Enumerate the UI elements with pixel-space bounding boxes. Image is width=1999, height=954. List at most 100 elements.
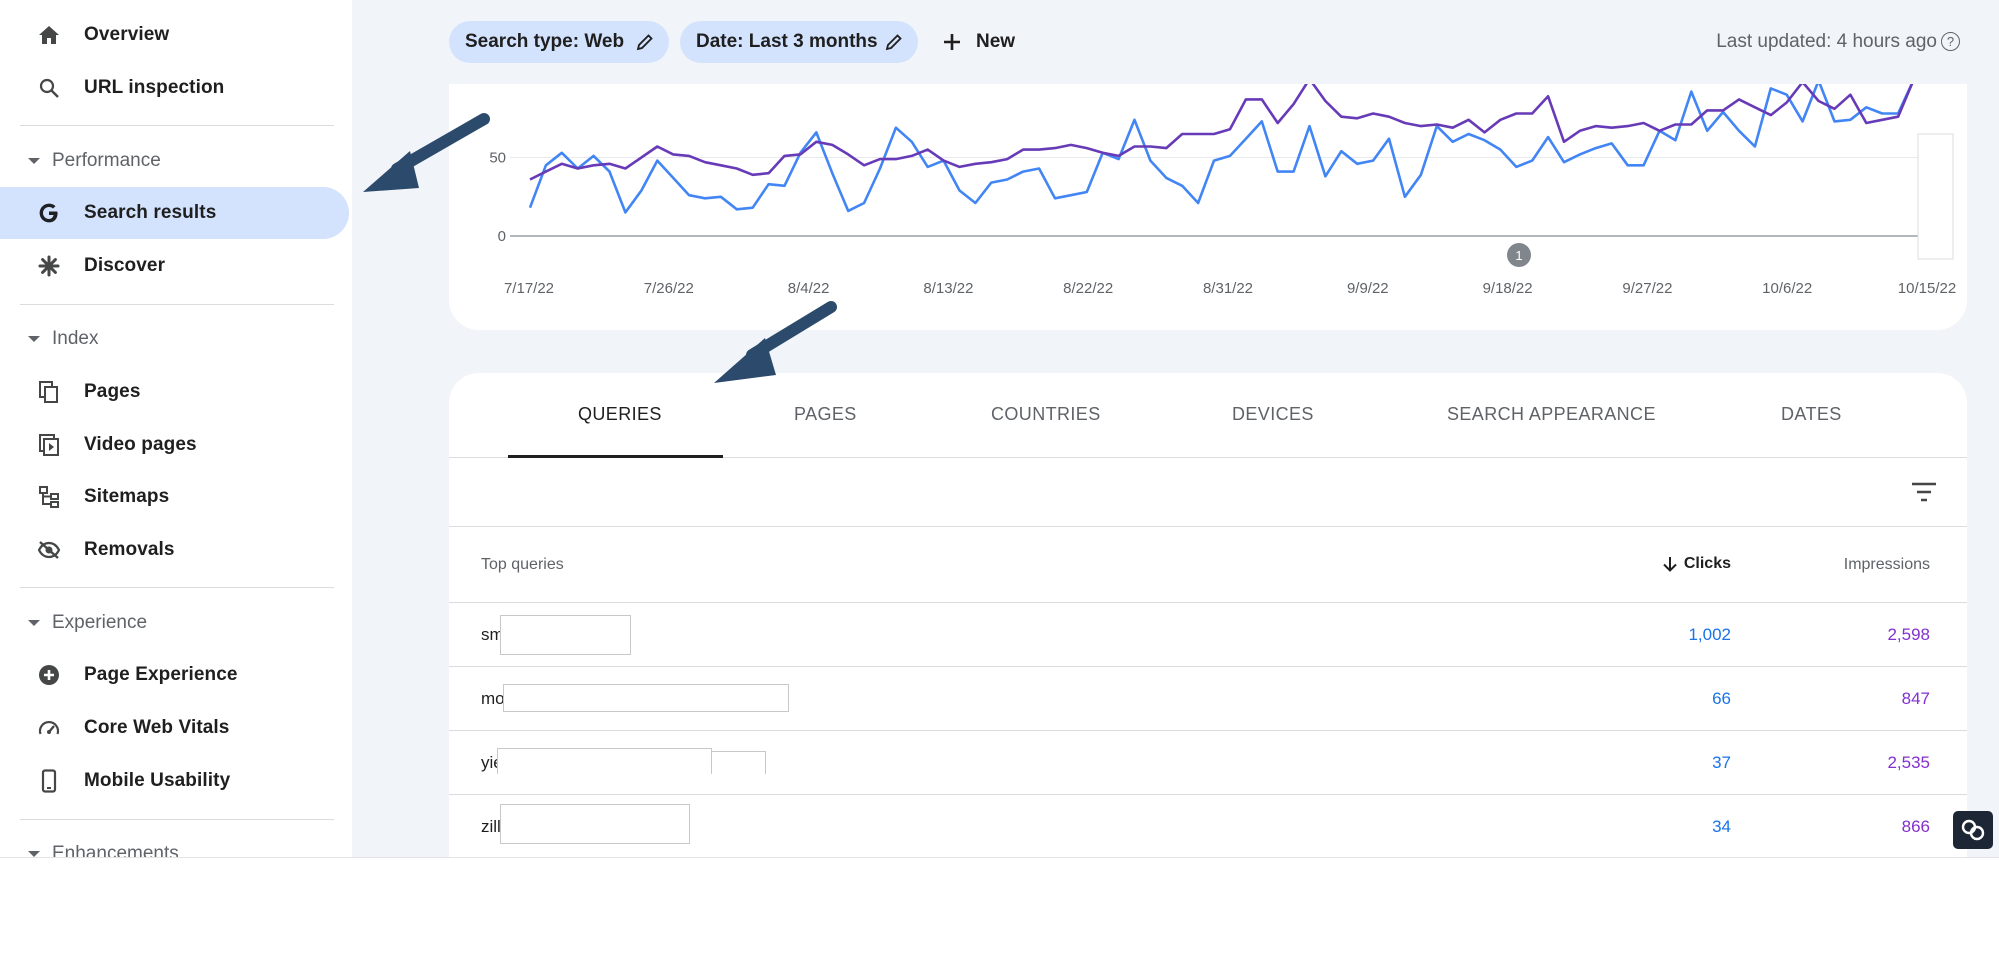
tab-queries[interactable]: QUERIES xyxy=(578,404,662,425)
video-pages-icon xyxy=(36,433,62,457)
new-filter-button[interactable]: New xyxy=(940,21,1015,63)
sidebar-item-overview[interactable]: Overview xyxy=(0,9,349,61)
section-index[interactable]: Index xyxy=(0,319,340,359)
sidebar-divider xyxy=(20,587,334,588)
sidebar-item-label: Pages xyxy=(84,381,141,402)
sidebar-divider xyxy=(20,819,334,820)
sidebar-item-search-results[interactable]: Search results xyxy=(0,187,349,239)
table-row[interactable]: zill 34 866 xyxy=(449,796,1967,857)
sidebar-item-pages[interactable]: Pages xyxy=(0,366,349,418)
x-tick-label: 10/6/22 xyxy=(1762,280,1812,297)
x-tick-label: 8/31/22 xyxy=(1203,280,1253,297)
google-g-icon xyxy=(36,201,62,225)
x-tick-label: 9/18/22 xyxy=(1483,280,1533,297)
report-table-card: QUERIES PAGES COUNTRIES DEVICES SEARCH A… xyxy=(449,373,1967,857)
tab-devices[interactable]: DEVICES xyxy=(1232,404,1314,425)
section-label: Index xyxy=(52,328,99,349)
chip-label: Search type: Web xyxy=(465,31,625,52)
active-tab-indicator xyxy=(508,455,723,458)
performance-chart: 0 50 7/17/22 7/26/22 8/4/22 8/13/22 8/22/22 8/3… xyxy=(489,84,1956,297)
table-header: Top queries Clicks Impressions xyxy=(449,528,1967,603)
redaction-box xyxy=(497,748,712,774)
sidebar-item-video-pages[interactable]: Video pages xyxy=(0,419,349,471)
x-tick-label: 9/9/22 xyxy=(1347,280,1389,297)
sidebar-item-core-web-vitals[interactable]: Core Web Vitals xyxy=(0,702,349,754)
clicks-value: 1,002 xyxy=(1688,625,1731,644)
chip-label: Date: Last 3 months xyxy=(696,31,878,52)
column-header-impressions[interactable]: Impressions xyxy=(1844,556,1930,574)
sidebar-item-label: Page Experience xyxy=(84,664,238,685)
sidebar-item-url-inspection[interactable]: URL inspection xyxy=(0,62,349,114)
extension-icon[interactable] xyxy=(1953,811,1993,849)
sidebar-divider xyxy=(20,304,334,305)
impressions-value: 2,598 xyxy=(1887,625,1930,644)
impressions-value: 847 xyxy=(1901,689,1930,708)
redaction-box xyxy=(712,751,766,774)
date-range-chip[interactable]: Date: Last 3 months xyxy=(680,21,918,63)
section-performance[interactable]: Performance xyxy=(0,141,340,181)
x-tick-label: 8/4/22 xyxy=(788,280,830,297)
tab-countries[interactable]: COUNTRIES xyxy=(991,404,1101,425)
clicks-value: 34 xyxy=(1712,817,1731,836)
table-row[interactable]: yie 37 2,535 xyxy=(449,732,1967,795)
column-header-clicks[interactable]: Clicks xyxy=(1662,555,1731,573)
column-header-label: Clicks xyxy=(1683,555,1731,572)
sidebar-item-label: Overview xyxy=(84,24,170,45)
last-updated-text: Last updated: 4 hours ago xyxy=(1716,31,1937,52)
section-experience[interactable]: Experience xyxy=(0,603,340,643)
y-tick-label: 50 xyxy=(489,150,506,167)
section-label: Enhancements xyxy=(52,843,179,857)
search-type-chip[interactable]: Search type: Web xyxy=(449,21,669,63)
filter-icon[interactable] xyxy=(1911,481,1937,503)
tab-dates[interactable]: DATES xyxy=(1781,404,1842,425)
sidebar-item-label: Search results xyxy=(84,202,217,223)
report-tabs: QUERIES PAGES COUNTRIES DEVICES SEARCH A… xyxy=(449,373,1967,458)
impressions-value: 866 xyxy=(1901,817,1930,836)
pages-icon xyxy=(36,380,62,404)
plus-circle-icon xyxy=(36,663,62,687)
new-filter-label: New xyxy=(976,31,1016,52)
sidebar-item-label: Removals xyxy=(84,539,175,560)
redaction-box xyxy=(503,684,789,712)
section-enhancements[interactable]: Enhancements xyxy=(0,834,340,857)
home-icon xyxy=(36,23,62,47)
table-filter-row xyxy=(449,459,1967,527)
query-text: mo xyxy=(481,689,505,708)
performance-chart-card: 0 50 7/17/22 7/26/22 8/4/22 8/13/22 8/22/22 8/3… xyxy=(449,84,1967,330)
x-tick-label: 7/17/22 xyxy=(504,280,554,297)
x-tick-label: 7/26/22 xyxy=(644,280,694,297)
x-tick-label: 8/13/22 xyxy=(923,280,973,297)
caret-down-icon xyxy=(28,620,40,626)
sidebar-item-discover[interactable]: Discover xyxy=(0,240,349,292)
sidebar-item-label: Sitemaps xyxy=(84,486,170,507)
plus-icon xyxy=(944,34,960,50)
sidebar-item-label: Video pages xyxy=(84,434,197,455)
series-line-0 xyxy=(528,84,1914,214)
arrow-down-icon xyxy=(1663,557,1677,572)
search-icon xyxy=(36,76,62,100)
clicks-value: 66 xyxy=(1712,689,1731,708)
annotation-marker-label: 1 xyxy=(1515,248,1522,263)
impressions-value: 2,535 xyxy=(1887,753,1930,772)
phone-icon xyxy=(36,769,62,793)
blank-area xyxy=(0,857,1999,954)
sidebar-item-label: Mobile Usability xyxy=(84,770,231,791)
x-tick-label: 8/22/22 xyxy=(1063,280,1113,297)
sidebar-item-sitemaps[interactable]: Sitemaps xyxy=(0,471,349,523)
column-header-queries: Top queries xyxy=(481,556,564,573)
eye-off-icon xyxy=(36,538,62,562)
secondary-axis-box xyxy=(1917,133,1954,260)
sidebar-divider xyxy=(20,125,334,126)
sidebar-item-removals[interactable]: Removals xyxy=(0,524,349,576)
tab-pages[interactable]: PAGES xyxy=(794,404,857,425)
x-tick-label: 10/15/22 xyxy=(1898,280,1956,297)
table-row[interactable]: mo 66 847 xyxy=(449,668,1967,731)
query-text: zill xyxy=(481,817,501,836)
help-icon[interactable]: ? xyxy=(1941,32,1960,51)
sidebar-item-page-experience[interactable]: Page Experience xyxy=(0,649,349,701)
tab-search-appearance[interactable]: SEARCH APPEARANCE xyxy=(1447,404,1656,425)
pencil-icon xyxy=(885,34,902,51)
sidebar-item-mobile-usability[interactable]: Mobile Usability xyxy=(0,755,349,807)
table-row[interactable]: sm 1,002 2,598 xyxy=(449,604,1967,667)
redaction-box xyxy=(500,615,631,655)
